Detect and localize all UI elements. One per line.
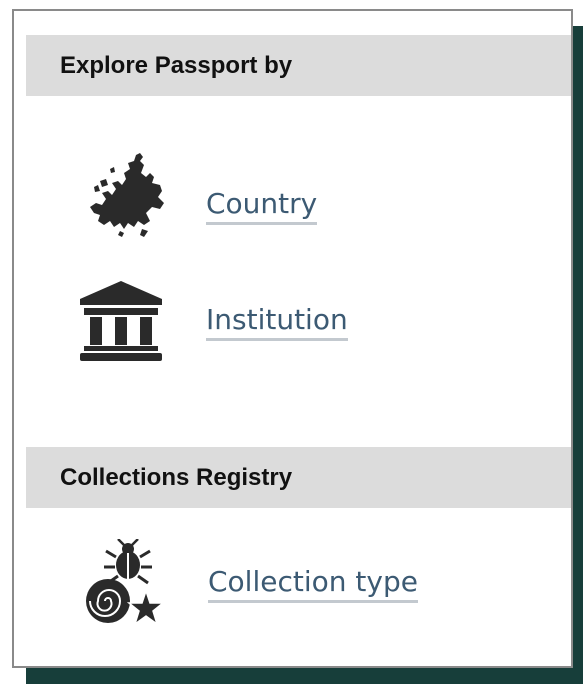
- explore-item-institution[interactable]: Institution: [14, 273, 571, 373]
- collections-registry-heading: Collections Registry: [26, 447, 571, 508]
- explore-passport-heading-text: Explore Passport by: [60, 51, 293, 79]
- explore-passport-heading: Explore Passport by: [26, 35, 571, 96]
- europe-map-icon: [90, 153, 164, 237]
- institution-building-icon: [80, 281, 162, 361]
- explore-panel: Explore Passport by Country Institution …: [12, 9, 573, 668]
- collection-type-link[interactable]: Collection type: [208, 565, 418, 603]
- explore-widget: Explore Passport by Country Institution …: [0, 0, 583, 684]
- collection-type-icon: [86, 539, 166, 626]
- collections-item-type[interactable]: Collection type: [14, 539, 571, 639]
- institution-link[interactable]: Institution: [206, 303, 348, 341]
- explore-item-country[interactable]: Country: [14, 151, 571, 251]
- collections-registry-heading-text: Collections Registry: [60, 463, 293, 491]
- country-link[interactable]: Country: [206, 187, 318, 225]
